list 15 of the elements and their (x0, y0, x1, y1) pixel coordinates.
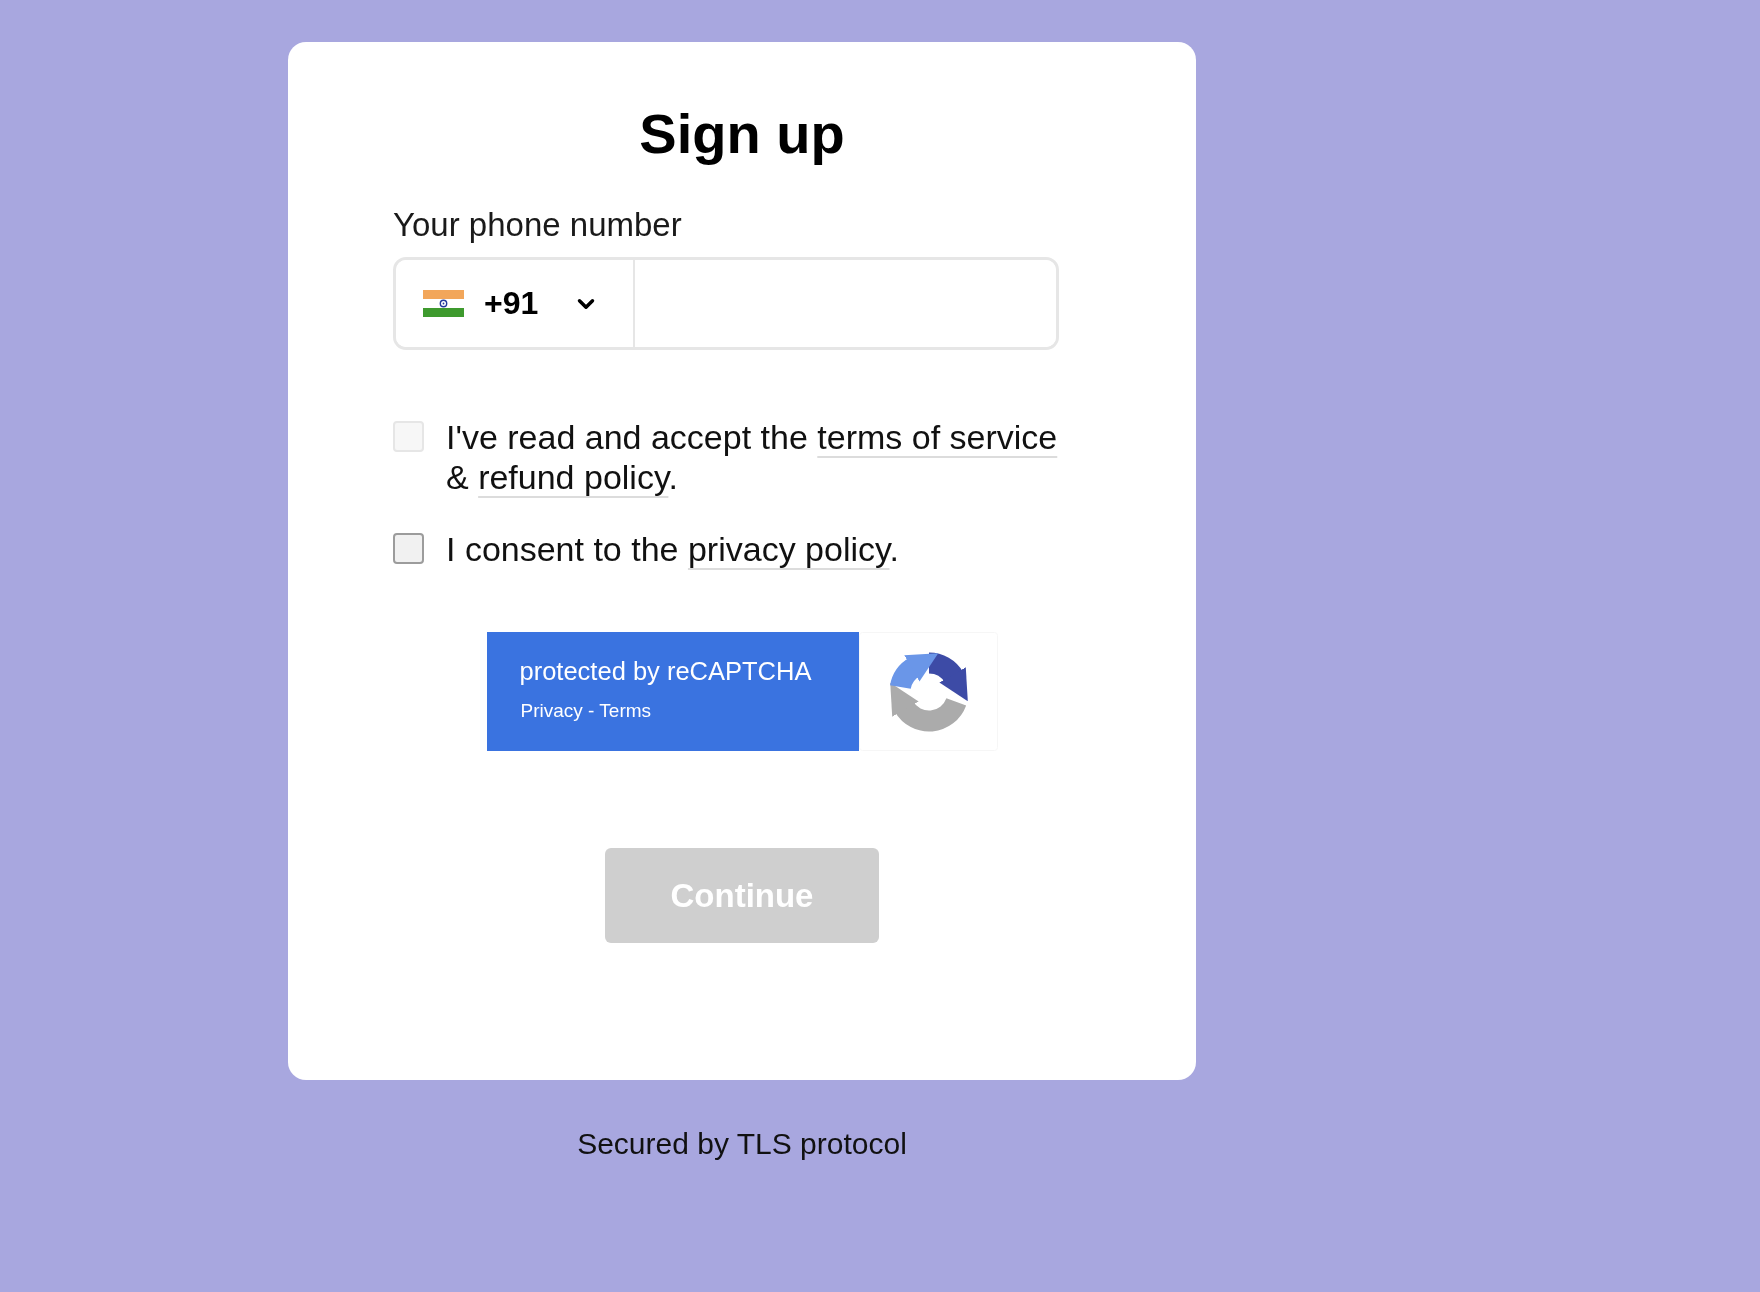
consent-text: I've read and accept the terms of service & refund policy. (446, 417, 1059, 497)
policy-link[interactable]: privacy policy (687, 530, 890, 568)
recaptcha-heading: protected by reCAPTCHA (519, 656, 812, 686)
country-code-select[interactable]: +91 (396, 260, 635, 347)
recaptcha-link[interactable]: Privacy (520, 700, 583, 721)
checkbox[interactable] (393, 533, 424, 564)
phone-label: Your phone number (393, 205, 682, 245)
recaptcha-links-text: Privacy - Terms (520, 699, 652, 723)
phone-field[interactable]: +91 (393, 257, 1059, 350)
recaptcha-link[interactable]: Terms (599, 700, 652, 721)
page-title: Sign up (639, 101, 845, 167)
security-note: Secured by TLS protocol (577, 1126, 907, 1162)
flag-icon (423, 290, 464, 317)
consent-text: I consent to the privacy policy. (446, 529, 899, 569)
circular-arrows-icon (858, 632, 998, 751)
